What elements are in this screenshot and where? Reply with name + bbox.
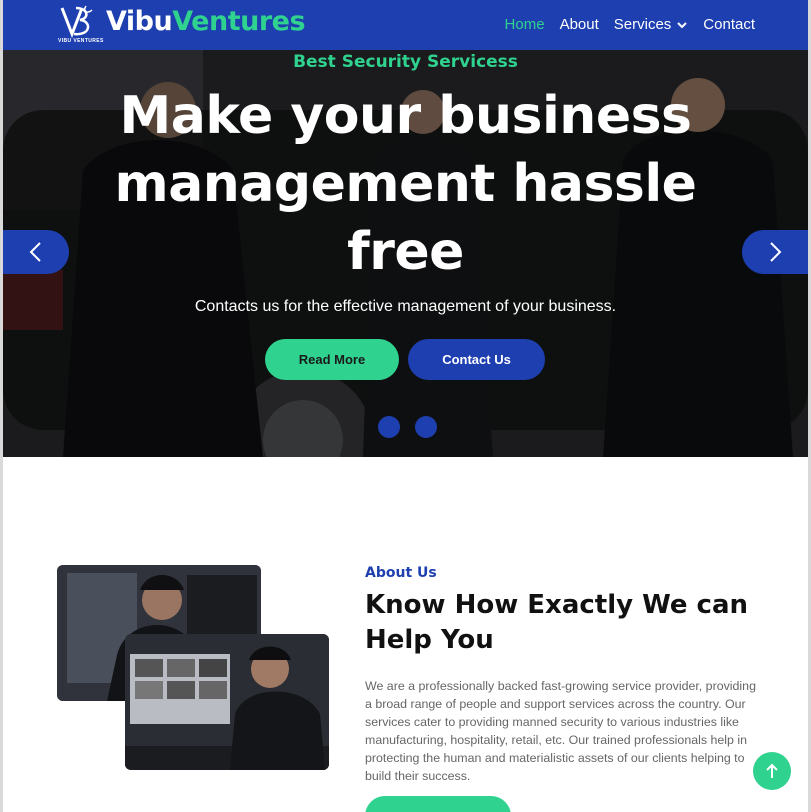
carousel-prev-button[interactable]: [3, 230, 69, 274]
logo-tagline: VIBU VENTURES: [58, 38, 104, 44]
main-nav: Home About Services Contact: [505, 16, 755, 33]
scroll-to-top-button[interactable]: [753, 752, 791, 790]
brand-name-part2: Ventures: [172, 6, 306, 37]
arrow-up-icon: [766, 763, 778, 778]
about-label: About Us: [365, 565, 437, 581]
brand-name-part1: Vibu: [106, 6, 173, 37]
cctv-control-room-image: [125, 634, 329, 770]
page: VIBU VENTURES VibuVentures Home About Se…: [0, 0, 811, 812]
carousel-dot-1[interactable]: [378, 416, 400, 438]
about-cta-button[interactable]: [365, 796, 511, 812]
nav-contact[interactable]: Contact: [703, 16, 755, 33]
hero-subtitle: Best Security Servicess: [293, 52, 518, 72]
hero-description: Contacts us for the effective management…: [194, 298, 617, 315]
brand-name[interactable]: VibuVentures: [106, 6, 306, 37]
nav-home[interactable]: Home: [505, 16, 545, 33]
nav-about[interactable]: About: [560, 16, 599, 33]
contact-us-button[interactable]: Contact Us: [408, 339, 545, 380]
nav-services[interactable]: Services: [614, 16, 689, 33]
navbar: VIBU VENTURES VibuVentures Home About Se…: [3, 0, 808, 50]
carousel-indicators: [378, 416, 437, 438]
hero-title: Make your business management hassle fre…: [114, 86, 697, 282]
chevron-right-icon: [770, 242, 782, 262]
carousel-next-button[interactable]: [742, 230, 808, 274]
read-more-button[interactable]: Read More: [265, 339, 399, 380]
about-title: Know How Exactly We can Help You: [365, 590, 749, 655]
carousel-dot-2[interactable]: [415, 416, 437, 438]
chevron-down-icon: [677, 21, 688, 28]
chevron-left-icon: [29, 242, 41, 262]
about-body: We are a professionally backed fast-grow…: [365, 679, 756, 783]
about-image-control-room: [125, 634, 329, 770]
hero-carousel: Best Security Servicess Make your busine…: [3, 50, 808, 457]
nav-services-label: Services: [613, 16, 672, 33]
